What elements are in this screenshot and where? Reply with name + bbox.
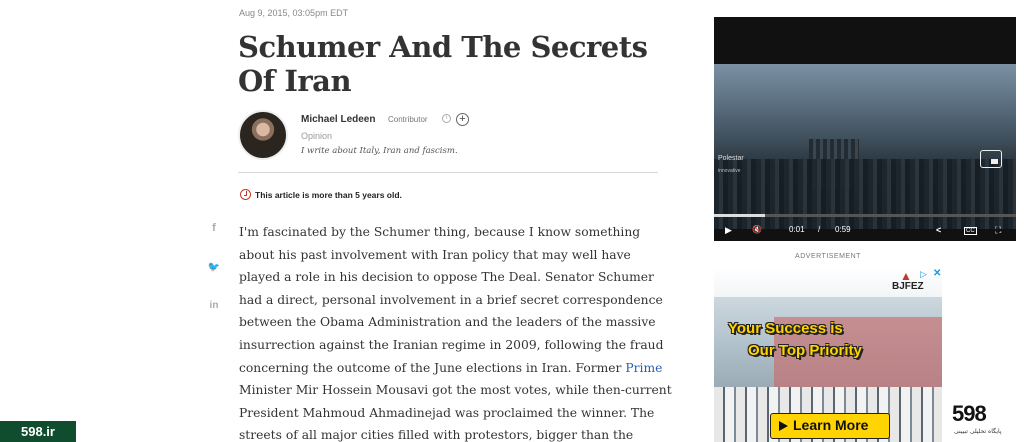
body-line: streets of all major cities filled with … [239, 428, 634, 442]
ad-headline: Your Success is Our Top Priority [728, 318, 898, 362]
body-line: insurrection against the Iranian regime … [239, 337, 664, 352]
body-line: had a direct, personal involvement in a … [239, 292, 663, 307]
video-progress-fill [714, 214, 766, 217]
linkedin-share-icon[interactable]: in [206, 300, 222, 316]
video-skyline [714, 159, 1016, 229]
mute-icon[interactable]: 🔇 [752, 225, 762, 234]
follow-plus-icon[interactable]: + [456, 113, 469, 126]
watermark-right-mark: 598 [952, 401, 987, 426]
watermark-left: 598.ir [0, 421, 76, 442]
video-time-separator: / [818, 225, 821, 234]
picture-in-picture-icon[interactable] [980, 150, 1002, 168]
author-avatar[interactable] [238, 110, 288, 160]
video-duration: 0:59 [835, 225, 851, 234]
body-line: about his past involvement with Iran pol… [239, 247, 631, 262]
ad-headline-line: Our Top Priority [748, 342, 862, 359]
body-line-with-link: concerning the outcome of the June elect… [239, 357, 664, 380]
ad-banner[interactable]: ▲ BJFEZ ▷ ✕ Your Success is Our Top Prio… [714, 267, 942, 442]
video-caption-sub: innovative [718, 168, 741, 174]
play-icon[interactable]: ▶ [725, 225, 732, 236]
watermark-right: 598 پایگاه تحلیلی تبیینی [944, 398, 1020, 440]
captions-icon[interactable]: CC [964, 227, 977, 235]
clock-icon [240, 189, 251, 200]
prime-minister-link[interactable]: Prime [625, 361, 662, 375]
body-line: Minister Mir Hossein Mousavi got the mos… [239, 383, 672, 398]
header-divider [238, 172, 658, 173]
author-tagline: I write about Italy, Iran and fascism. [301, 146, 458, 156]
info-icon[interactable]: i [442, 114, 451, 123]
ad-brand: BJFEZ [892, 281, 924, 292]
body-line: I'm fascinated by the Schumer thing, bec… [239, 225, 641, 239]
author-role: Contributor [388, 115, 428, 124]
ad-learn-more-button[interactable]: Learn More [770, 413, 890, 439]
body-line: played a role in his decision to oppose … [239, 270, 654, 285]
article-age-notice: This article is more than 5 years old. [255, 190, 402, 200]
video-current-time: 0:01 [789, 225, 805, 234]
facebook-share-icon[interactable]: f [206, 222, 222, 238]
ad-label: ADVERTISEMENT [795, 253, 861, 260]
article-body: I'm fascinated by the Schumer thing, bec… [239, 221, 672, 442]
body-line: concerning the outcome of the June elect… [239, 360, 622, 375]
video-player[interactable]: Polestar innovative ▶ 🔇 0:01 / 0:59 < CC… [714, 17, 1016, 241]
fullscreen-icon[interactable]: ⛶ [995, 225, 1001, 236]
twitter-share-icon[interactable]: 🐦 [206, 262, 222, 278]
video-caption: Polestar [718, 155, 744, 162]
article-date: Aug 9, 2015, 03:05pm EDT [239, 8, 349, 18]
article-title: Schumer And The Secrets Of Iran [238, 30, 648, 98]
body-line: President Mahmoud Ahmadinejad was procla… [239, 405, 655, 420]
video-progress-bar[interactable] [714, 214, 1016, 217]
watermark-right-sub: پایگاه تحلیلی تبیینی [954, 428, 1002, 435]
video-frame[interactable] [714, 64, 1016, 229]
ad-choices-icon[interactable]: ▷ [920, 269, 927, 280]
author-name[interactable]: Michael Ledeen [301, 114, 375, 125]
share-icon[interactable]: < [936, 225, 941, 235]
ad-close-icon[interactable]: ✕ [933, 268, 941, 279]
ad-headline-line: Your Success is [728, 320, 843, 337]
body-line: between the Obama Administration and the… [239, 315, 656, 330]
author-category[interactable]: Opinion [301, 131, 332, 141]
